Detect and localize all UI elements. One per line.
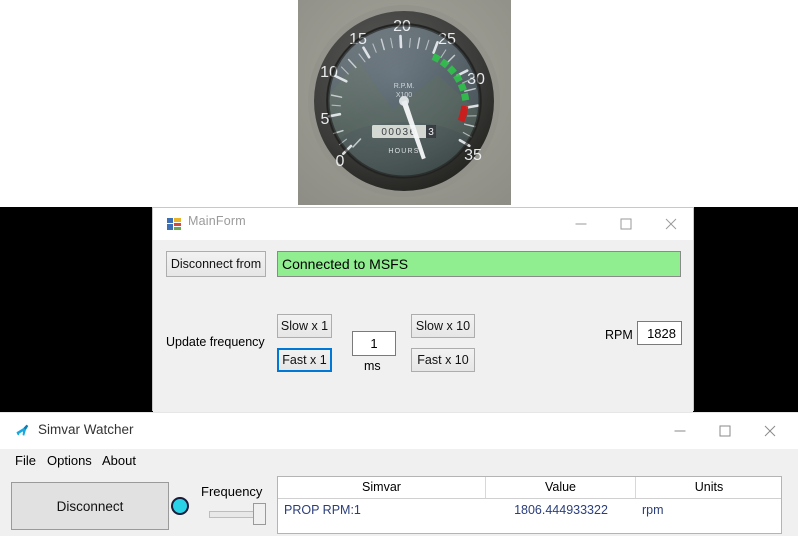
mainform-body: Disconnect from Connected to MSFS Update…: [153, 240, 693, 412]
menu-item-options[interactable]: Options: [42, 452, 97, 469]
update-frequency-label: Update frequency: [166, 335, 265, 349]
svg-text:R.P.M.: R.P.M.: [394, 83, 415, 90]
table-row[interactable]: PROP RPM:1 1806.444933322 rpm: [278, 499, 781, 521]
fast-x10-button[interactable]: Fast x 10: [411, 348, 475, 372]
slow-x10-button[interactable]: Slow x 10: [411, 314, 475, 338]
rpm-value-textbox[interactable]: 1828: [637, 321, 682, 345]
aircraft-tachometer-photo: 0 5 10 15 20 25 30 35 R.P.M. X100 00036 …: [298, 0, 511, 205]
svg-text:3: 3: [428, 127, 434, 138]
simvar-watcher-title: Simvar Watcher: [38, 422, 134, 437]
cell-units: rpm: [642, 499, 782, 521]
simvar-watcher-titlebar[interactable]: Simvar Watcher: [0, 413, 798, 449]
mainform-minimize-button[interactable]: [558, 208, 603, 240]
simvar-maximize-button[interactable]: [702, 413, 747, 449]
mainform-close-button[interactable]: [648, 208, 693, 240]
column-header-units[interactable]: Units: [636, 477, 782, 498]
simvar-data-grid: Simvar Value Units PROP RPM:1 1806.44493…: [277, 476, 782, 534]
svg-text:0: 0: [336, 153, 345, 170]
disconnect-button[interactable]: Disconnect: [11, 482, 169, 530]
cell-simvar: PROP RPM:1: [284, 499, 486, 521]
menu-item-about[interactable]: About: [97, 452, 141, 469]
fast-x1-button[interactable]: Fast x 1: [277, 348, 332, 372]
mainform-title: MainForm: [188, 214, 246, 228]
slow-x1-button[interactable]: Slow x 1: [277, 314, 332, 338]
frequency-label: Frequency: [201, 484, 262, 499]
simvar-watcher-body: Disconnect Frequency Simvar Value Units …: [0, 473, 798, 536]
mainform-titlebar[interactable]: MainForm: [153, 208, 693, 240]
simvar-watcher-window: Simvar Watcher File Options About Discon…: [0, 412, 798, 535]
disconnect-from-button[interactable]: Disconnect from: [166, 251, 266, 277]
svg-text:HOURS: HOURS: [388, 148, 419, 155]
connection-led-icon: [171, 497, 189, 515]
menu-item-file[interactable]: File: [10, 452, 41, 469]
blue-airplane-icon: [14, 423, 31, 440]
column-header-simvar[interactable]: Simvar: [278, 477, 486, 498]
connection-status-textbox[interactable]: Connected to MSFS: [277, 251, 681, 277]
rpm-label: RPM: [605, 328, 633, 342]
simvar-watcher-menubar: File Options About: [0, 449, 798, 473]
svg-text:35: 35: [464, 147, 482, 164]
mainform-window: MainForm Disconnect from Connected to MS…: [152, 207, 694, 411]
column-header-value[interactable]: Value: [486, 477, 636, 498]
grid-header-row: Simvar Value Units: [278, 477, 781, 499]
simvar-close-button[interactable]: [747, 413, 792, 449]
frequency-slider-thumb[interactable]: [253, 503, 266, 525]
mainform-maximize-button[interactable]: [603, 208, 648, 240]
cell-value: 1806.444933322: [486, 499, 636, 521]
ms-unit-label: ms: [364, 359, 381, 373]
simvar-minimize-button[interactable]: [657, 413, 702, 449]
ms-interval-input[interactable]: 1: [352, 331, 396, 356]
visual-studio-form-icon: [167, 217, 181, 231]
